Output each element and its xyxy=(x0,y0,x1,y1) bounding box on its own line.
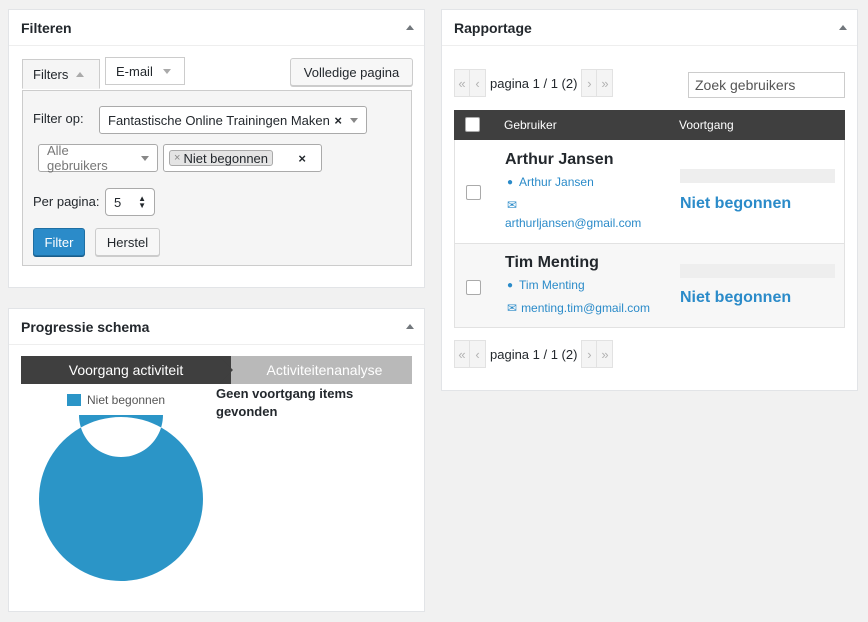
report-panel: Rapportage « ‹ pagina 1 / 1 (2) › » Zoek… xyxy=(441,9,858,391)
chevron-down-icon xyxy=(162,68,171,74)
first-page-icon[interactable]: « xyxy=(454,69,470,97)
user-name: Tim Menting xyxy=(505,254,599,271)
pagination-top: « ‹ pagina 1 / 1 (2) › » xyxy=(454,69,614,97)
select-all-checkbox[interactable] xyxy=(465,117,480,132)
prev-page-icon[interactable]: ‹ xyxy=(470,69,486,97)
email-icon: ✉ xyxy=(507,198,518,212)
chevron-down-icon xyxy=(141,155,149,161)
collapse-toggle-icon[interactable] xyxy=(406,324,414,329)
remove-tag-icon[interactable]: × xyxy=(174,152,180,164)
chevron-down-icon xyxy=(350,117,358,123)
status-text: Niet begonnen xyxy=(680,195,792,212)
course-select[interactable]: Fantastische Online Trainingen Maken × xyxy=(99,106,367,134)
step-activity-analysis[interactable]: Activiteitenanalyse xyxy=(219,356,412,384)
username-label: Tim Menting xyxy=(519,278,585,292)
progress-donut-chart xyxy=(39,415,203,581)
email-user-link[interactable]: ✉ menting.tim@gmail.com xyxy=(507,301,650,315)
tab-email[interactable]: E-mail xyxy=(105,57,185,85)
user-profile-link[interactable]: ● Arthur Jansen xyxy=(507,175,594,189)
course-select-value: Fantastische Online Trainingen Maken xyxy=(108,112,330,128)
filter-panel: Filteren Filters E-mail Volledige pagina… xyxy=(8,9,425,288)
status-tag: × Niet begonnen xyxy=(169,150,274,166)
report-panel-header: Rapportage xyxy=(442,10,857,46)
filter-on-label: Filter op: xyxy=(33,111,84,126)
email-icon: ✉ xyxy=(507,301,518,315)
users-select[interactable]: Alle gebruikers xyxy=(38,143,158,173)
col-user-header: Gebruiker xyxy=(504,118,557,132)
progress-panel-title: Progressie schema xyxy=(21,318,150,335)
prev-page-icon[interactable]: ‹ xyxy=(470,340,486,368)
per-page-value: 5 xyxy=(114,194,122,210)
table-header: Gebruiker Voortgang xyxy=(454,110,845,140)
email-label: menting.tim@gmail.com xyxy=(521,301,650,315)
collapse-toggle-icon[interactable] xyxy=(406,25,414,30)
progress-panel-header: Progressie schema xyxy=(9,309,424,345)
status-text: Niet begonnen xyxy=(680,289,792,306)
col-progress-header: Voortgang xyxy=(679,118,734,132)
progress-bar xyxy=(680,264,835,278)
users-select-value: Alle gebruikers xyxy=(47,143,108,173)
row-checkbox[interactable] xyxy=(466,280,481,295)
last-page-icon[interactable]: » xyxy=(597,69,614,97)
user-profile-link[interactable]: ● Tim Menting xyxy=(507,278,585,292)
collapse-toggle-icon[interactable] xyxy=(839,25,847,30)
last-page-icon[interactable]: » xyxy=(597,340,614,368)
updown-arrows-icon: ▲ ▼ xyxy=(138,194,146,210)
pagination-bottom: « ‹ pagina 1 / 1 (2) › » xyxy=(454,340,614,368)
username-label: Arthur Jansen xyxy=(519,175,594,189)
filter-panel-title: Filteren xyxy=(21,19,72,36)
filter-options-panel: Filter op: Fantastische Online Traininge… xyxy=(22,90,412,266)
progress-bar xyxy=(680,169,835,183)
clear-icon[interactable]: × xyxy=(334,113,342,128)
tab-email-label: E-mail xyxy=(116,63,153,79)
row-checkbox[interactable] xyxy=(466,185,481,200)
chevron-up-icon xyxy=(76,71,85,77)
user-icon: ● xyxy=(507,176,514,188)
status-tag-label: Niet begonnen xyxy=(183,150,269,166)
tab-filters[interactable]: Filters xyxy=(22,59,100,89)
user-name: Arthur Jansen xyxy=(505,151,614,168)
legend-swatch xyxy=(67,394,81,406)
clear-icon[interactable]: × xyxy=(298,151,306,166)
table-row: Arthur Jansen ● Arthur Jansen ✉ arthurlj… xyxy=(454,140,845,244)
per-page-select[interactable]: 5 ▲ ▼ xyxy=(105,188,155,216)
tab-filters-label: Filters xyxy=(33,66,69,82)
table-row: Tim Menting ● Tim Menting ✉ menting.tim@… xyxy=(454,244,845,328)
next-page-icon[interactable]: › xyxy=(581,69,598,97)
chart-legend: Niet begonnen xyxy=(67,393,165,407)
legend-label: Niet begonnen xyxy=(87,393,166,407)
search-placeholder: Zoek gebruikers xyxy=(695,77,796,93)
pagination-text: pagina 1 / 1 (2) xyxy=(490,75,578,91)
first-page-icon[interactable]: « xyxy=(454,340,470,368)
filter-panel-header: Filteren xyxy=(9,10,424,46)
pagination-text: pagina 1 / 1 (2) xyxy=(490,346,578,362)
filter-button[interactable]: Filter xyxy=(33,228,85,256)
step-arrow-icon xyxy=(219,356,233,384)
full-page-button[interactable]: Volledige pagina xyxy=(290,58,413,86)
user-email-link[interactable]: arthurljansen@gmail.com xyxy=(505,216,641,230)
search-users-input[interactable]: Zoek gebruikers xyxy=(688,72,845,98)
reset-button[interactable]: Herstel xyxy=(95,228,160,256)
no-items-text: Geen voortgang items gevonden xyxy=(216,386,354,419)
report-panel-title: Rapportage xyxy=(454,19,532,36)
step-progress-activity[interactable]: Voorgang activiteit xyxy=(21,356,231,384)
status-multiselect[interactable]: × Niet begonnen × xyxy=(163,144,322,172)
next-page-icon[interactable]: › xyxy=(581,340,598,368)
user-icon: ● xyxy=(507,279,514,291)
progress-panel: Progressie schema Activiteitenanalyse Vo… xyxy=(8,308,425,612)
step-progress-activity-label: Voorgang activiteit xyxy=(68,362,184,378)
per-page-label: Per pagina: xyxy=(33,194,100,209)
